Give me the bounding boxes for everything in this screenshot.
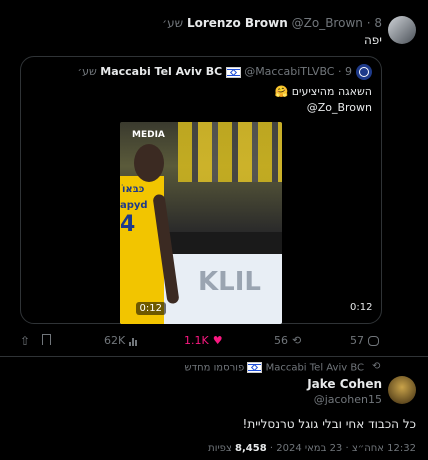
bookmark-button[interactable]	[42, 334, 51, 345]
reply-author-handle[interactable]: @jacohen15	[314, 393, 382, 406]
ad-board-text: KLIL	[198, 267, 261, 297]
video-logo: MEDIA	[132, 130, 165, 140]
tweet-header: Lorenzo Brown @Zo_Brown · 8 שע׳	[162, 16, 382, 30]
reply-author-name[interactable]: Jake Cohen	[307, 377, 382, 391]
share-icon: ⇧	[20, 334, 31, 348]
tweet-text: יפה	[363, 33, 382, 47]
retweet-count: 56	[274, 334, 288, 347]
share-button[interactable]: ⇧	[20, 334, 30, 348]
reposted-by[interactable]: Maccabi Tel Aviv BC	[266, 363, 364, 374]
reply-button[interactable]: 57	[350, 334, 379, 347]
quoted-author-handle: @MaccabiTLVBC	[244, 65, 335, 78]
tweet-avatar[interactable]	[388, 16, 416, 44]
reply-views-label: צפיות	[208, 443, 232, 454]
video-duration: 0:12	[135, 302, 166, 315]
retweet-button[interactable]: 56 ⟲	[274, 334, 301, 347]
video-player[interactable]: KLIL כּבּאּוֹ apyd 4 MEDIA 0:12	[120, 122, 282, 324]
israel-flag-icon	[247, 362, 263, 373]
jersey-number: 4	[120, 212, 136, 237]
repost-icon: ⟲	[372, 361, 381, 372]
reposted-label: פורסמו מחדש	[184, 362, 245, 374]
reply-icon	[368, 335, 379, 346]
reply-count: 57	[350, 334, 364, 347]
tweet-author-handle[interactable]: @Zo_Brown	[292, 16, 363, 30]
tweet-author-name[interactable]: Lorenzo Brown	[187, 16, 288, 30]
divider	[0, 356, 428, 357]
bookmark-icon	[42, 334, 51, 345]
quoted-avatar	[356, 64, 372, 80]
reply-time[interactable]: 12:32 אחה״צ	[352, 443, 416, 454]
quoted-mention[interactable]: @Zo_Brown	[307, 101, 372, 114]
israel-flag-icon	[225, 66, 241, 78]
video-duration-right: 0:12	[350, 302, 373, 313]
reply-meta: 12:32 אחה״צ · 23 במאי 2024 · 8,458 צפיות	[208, 443, 416, 454]
reply-text: כל הכבוד אחי ובלי גוגל טרנסליית!	[242, 417, 416, 431]
jersey-text: כּבּאּוֹ	[122, 184, 145, 195]
bar-chart-icon	[129, 336, 138, 346]
quoted-header: Maccabi Tel Aviv BC @MaccabiTLVBC · 9 שע…	[77, 65, 353, 78]
retweet-icon: ⟲	[292, 334, 302, 347]
reply-views-count: 8,458	[235, 443, 267, 454]
player-head	[134, 144, 164, 182]
reply-date[interactable]: 23 במאי 2024	[276, 443, 342, 454]
maccabi-logo-icon	[359, 67, 369, 77]
like-button[interactable]: 1.1K ♥	[184, 334, 223, 347]
views-count: 62K	[104, 334, 126, 347]
yellow-crowd	[178, 122, 282, 182]
reposted-line: Maccabi Tel Aviv BC פורסמו מחדש	[185, 362, 364, 374]
reply-avatar[interactable]	[388, 376, 416, 404]
heart-icon: ♥	[212, 334, 223, 347]
views-button[interactable]: 62K	[104, 334, 138, 347]
like-count: 1.1K	[184, 334, 209, 347]
quoted-text-line1: השאגה מהיציעים 🤗	[274, 85, 373, 98]
quoted-author-name: Maccabi Tel Aviv BC	[100, 65, 223, 78]
action-bar: ⇧ 62K 1.1K ♥ 56 ⟲ 57	[20, 334, 380, 350]
jersey-brand: apyd	[120, 200, 148, 211]
